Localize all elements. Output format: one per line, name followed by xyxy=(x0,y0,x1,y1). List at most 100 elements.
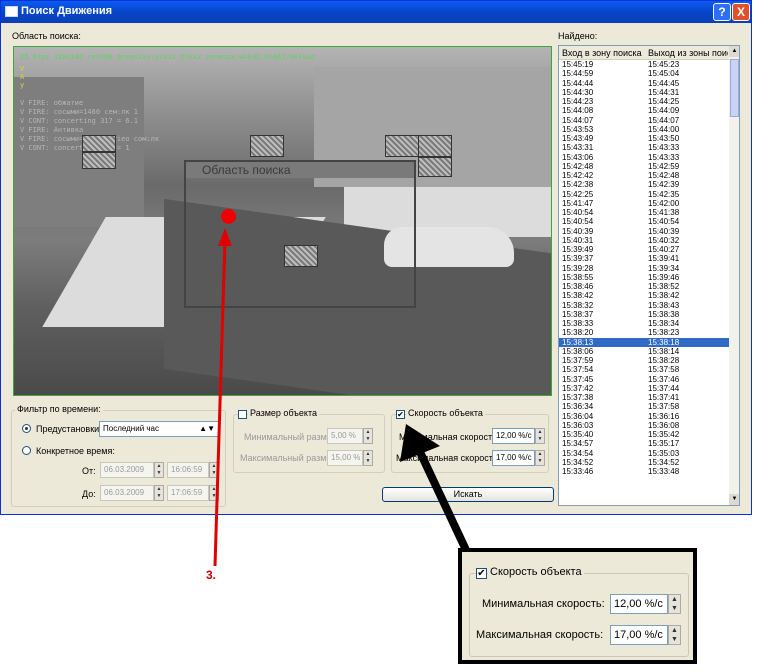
results-scrollbar[interactable]: ▲ ▼ xyxy=(729,46,739,505)
max-speed-field[interactable]: 17,00 %/с xyxy=(492,450,535,466)
to-date-field[interactable]: 06.03.2009 xyxy=(100,485,154,501)
to-time-spinner[interactable]: ▲ ▼ xyxy=(209,485,219,501)
table-row[interactable]: 15:35:40 15:35:42 xyxy=(559,430,729,439)
table-row[interactable]: 15:42:25 15:42:35 xyxy=(559,190,729,199)
close-button[interactable]: X xyxy=(732,3,750,21)
to-date-spinner[interactable]: ▲ ▼ xyxy=(154,485,164,501)
help-button[interactable]: ? xyxy=(713,3,731,21)
table-row[interactable]: 15:39:28 15:39:34 xyxy=(559,264,729,273)
from-time-field[interactable]: 16:06:59 xyxy=(167,462,209,478)
presets-select[interactable]: Последний час ▲▼ xyxy=(99,421,219,437)
exit-time-cell: 15:39:41 xyxy=(648,254,680,264)
table-row[interactable]: 15:38:37 15:38:38 xyxy=(559,310,729,319)
table-row[interactable]: 15:43:49 15:43:50 xyxy=(559,134,729,143)
presets-radio[interactable] xyxy=(22,424,31,433)
enter-column-header[interactable]: Вход в зону поиска xyxy=(562,48,644,58)
table-row[interactable]: 15:40:54 15:41:38 xyxy=(559,208,729,217)
table-row[interactable]: 15:37:42 15:37:44 xyxy=(559,384,729,393)
exit-time-cell: 15:39:46 xyxy=(648,272,680,282)
min-speed-spinner[interactable]: ▲ ▼ xyxy=(535,428,545,444)
table-row[interactable]: 15:40:54 15:40:54 xyxy=(559,217,729,226)
size-filter-title: Размер объекта xyxy=(248,408,319,418)
table-row[interactable]: 15:43:53 15:44:00 xyxy=(559,125,729,134)
scroll-thumb[interactable] xyxy=(730,59,739,117)
table-row[interactable]: 15:33:46 15:33:48 xyxy=(559,467,729,476)
table-row[interactable]: 15:44:44 15:44:45 xyxy=(559,79,729,88)
window-title: Поиск Движения xyxy=(21,5,113,17)
exit-time-cell: 15:35:03 xyxy=(648,448,680,458)
enter-time-cell: 15:43:06 xyxy=(562,152,594,162)
table-row[interactable]: 15:38:42 15:38:42 xyxy=(559,291,729,300)
table-row[interactable]: 15:37:45 15:37:46 xyxy=(559,375,729,384)
table-row[interactable]: 15:44:07 15:44:07 xyxy=(559,116,729,125)
table-row[interactable]: 15:38:32 15:38:43 xyxy=(559,301,729,310)
table-row[interactable]: 15:44:59 15:45:04 xyxy=(559,69,729,78)
table-row[interactable]: 15:43:31 15:43:33 xyxy=(559,143,729,152)
enter-time-cell: 15:38:06 xyxy=(562,346,594,356)
table-row[interactable]: 15:42:38 15:42:39 xyxy=(559,180,729,189)
search-zone[interactable]: Область поиска xyxy=(184,160,416,308)
max-speed-spinner[interactable]: ▲ ▼ xyxy=(535,450,545,466)
table-row[interactable]: 15:38:46 15:38:52 xyxy=(559,282,729,291)
exit-time-cell: 15:41:38 xyxy=(648,208,680,217)
from-time-spinner[interactable]: ▲ ▼ xyxy=(209,462,219,478)
exit-column-header[interactable]: Выход из зоны поиск xyxy=(648,48,728,58)
table-row[interactable]: 15:36:03 15:36:08 xyxy=(559,421,729,430)
table-row[interactable]: 15:36:34 15:37:58 xyxy=(559,402,729,411)
table-row[interactable]: 15:44:08 15:44:09 xyxy=(559,106,729,115)
from-date-field[interactable]: 06.03.2009 xyxy=(100,462,154,478)
exit-time-cell: 15:42:48 xyxy=(648,171,680,180)
scroll-down-icon[interactable]: ▼ xyxy=(729,494,739,505)
enter-time-cell: 15:36:03 xyxy=(562,420,594,430)
to-time-field[interactable]: 17:06:59 xyxy=(167,485,209,501)
table-row[interactable]: 15:37:59 15:38:28 xyxy=(559,356,729,365)
table-row[interactable]: 15:41:47 15:42:00 xyxy=(559,199,729,208)
table-row[interactable]: 15:37:38 15:37:41 xyxy=(559,393,729,402)
max-speed-label: Максимальная скорость: xyxy=(396,453,501,463)
table-row[interactable]: 15:38:33 15:38:34 xyxy=(559,319,729,328)
table-row[interactable]: 15:38:55 15:39:46 xyxy=(559,273,729,282)
specific-time-radio[interactable] xyxy=(22,446,31,455)
enter-time-cell: 15:43:53 xyxy=(562,124,594,134)
scroll-up-icon[interactable]: ▲ xyxy=(729,46,739,57)
table-row[interactable]: 15:44:23 15:44:25 xyxy=(559,97,729,106)
table-row[interactable]: 15:45:19 15:45:23 xyxy=(559,60,729,69)
results-list[interactable]: Вход в зону поиска Выход из зоны поиск 1… xyxy=(558,45,740,506)
size-filter-checkbox[interactable] xyxy=(238,410,247,419)
table-row[interactable]: 15:37:54 15:37:58 xyxy=(559,365,729,374)
enter-time-cell: 15:41:47 xyxy=(562,198,594,208)
table-row[interactable]: 15:42:42 15:42:48 xyxy=(559,171,729,180)
exit-time-cell: 15:35:17 xyxy=(648,439,680,449)
table-row[interactable]: 15:39:37 15:39:41 xyxy=(559,254,729,263)
osd-top-line: 25.0fps 320x240 rot=90 area=xxx:y=xxx h=… xyxy=(20,53,316,61)
min-speed-field[interactable]: 12,00 %/с xyxy=(492,428,535,444)
enter-time-cell: 15:43:31 xyxy=(562,143,594,153)
min-size-field[interactable]: 5,00 % xyxy=(327,428,363,444)
table-row[interactable]: 15:36:04 15:36:16 xyxy=(559,412,729,421)
exit-time-cell: 15:42:59 xyxy=(648,161,680,171)
table-row[interactable]: 15:34:54 15:35:03 xyxy=(559,449,729,458)
table-row[interactable]: 15:39:49 15:40:27 xyxy=(559,245,729,254)
table-row[interactable]: 15:42:48 15:42:59 xyxy=(559,162,729,171)
table-row[interactable]: 15:38:13 15:38:18 xyxy=(559,337,729,347)
exit-time-cell: 15:38:34 xyxy=(648,319,680,328)
table-row[interactable]: 15:44:30 15:44:31 xyxy=(559,88,729,97)
table-row[interactable]: 15:38:20 15:38:23 xyxy=(559,328,729,337)
table-row[interactable]: 15:34:57 15:35:17 xyxy=(559,439,729,448)
table-row[interactable]: 15:40:39 15:40:39 xyxy=(559,227,729,236)
speed-filter-checkbox[interactable]: ✔ xyxy=(396,410,405,419)
min-size-spinner[interactable]: ▲ ▼ xyxy=(363,428,373,444)
table-row[interactable]: 15:38:06 15:38:14 xyxy=(559,347,729,356)
camera-view[interactable]: 25.0fps 320x240 rot=90 area=xxx:y=xxx h=… xyxy=(13,46,552,396)
max-size-field[interactable]: 15,00 % xyxy=(327,450,363,466)
enter-time-cell: 15:37:45 xyxy=(562,374,594,384)
max-size-spinner[interactable]: ▲ ▼ xyxy=(363,450,373,466)
exit-time-cell: 15:40:54 xyxy=(648,217,680,227)
from-date-spinner[interactable]: ▲ ▼ xyxy=(154,462,164,478)
table-row[interactable]: 15:43:06 15:43:33 xyxy=(559,153,729,162)
title-bar[interactable]: Поиск Движения ? X xyxy=(1,1,751,23)
table-row[interactable]: 15:40:31 15:40:32 xyxy=(559,236,729,245)
search-button[interactable]: Искать xyxy=(382,487,554,502)
table-row[interactable]: 15:34:52 15:34:52 xyxy=(559,458,729,467)
exit-time-cell: 15:40:39 xyxy=(648,226,680,236)
